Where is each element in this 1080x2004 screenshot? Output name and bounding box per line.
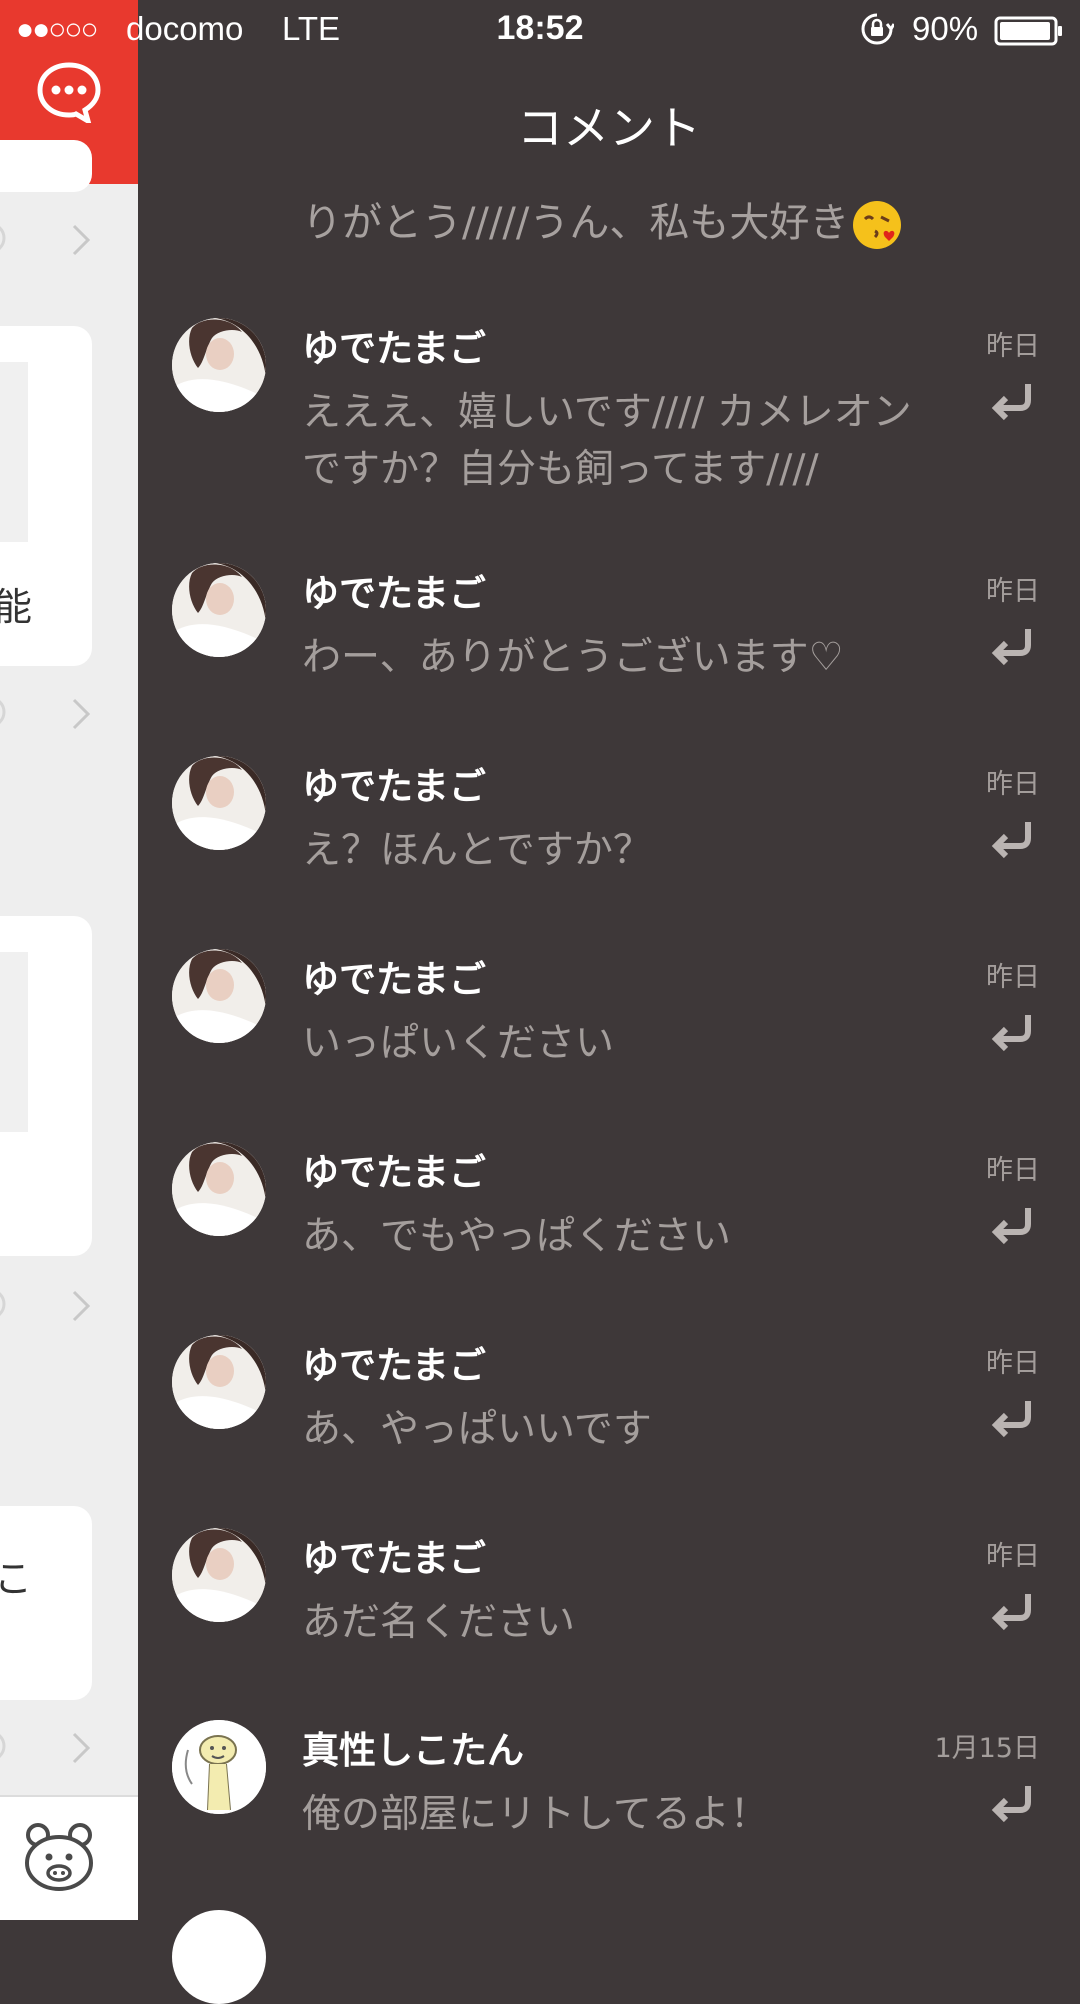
comment-date: 昨日 bbox=[986, 1155, 1040, 1186]
comment-text: え？ほんとですか？ bbox=[302, 828, 652, 873]
comment-text: わー、ありがとうございます♡ bbox=[302, 635, 844, 680]
reply-icon[interactable] bbox=[990, 1204, 1038, 1248]
comment-date: 昨日 bbox=[986, 576, 1040, 607]
avatar[interactable] bbox=[172, 1910, 266, 2004]
commenter-name: ゆでたまご bbox=[302, 1151, 486, 1194]
comment-date: 昨日 bbox=[986, 1541, 1040, 1572]
reply-icon[interactable] bbox=[990, 1782, 1038, 1826]
commenter-name: ゆでたまご bbox=[302, 1537, 486, 1580]
avatar[interactable] bbox=[172, 756, 266, 850]
comment-text: あ、やっぱいいです bbox=[302, 1407, 652, 1452]
reply-icon[interactable] bbox=[990, 625, 1038, 669]
commenter-name: ゆでたまご bbox=[302, 572, 486, 615]
commenter-name: 真性しこたん bbox=[302, 1729, 524, 1772]
comment-text: 俺の部屋にリトしてるよ！ bbox=[302, 1792, 769, 1837]
avatar[interactable] bbox=[172, 1142, 266, 1236]
commenter-name: ゆでたまご bbox=[302, 958, 486, 1001]
reply-icon[interactable] bbox=[990, 1590, 1038, 1634]
reply-icon[interactable] bbox=[990, 1011, 1038, 1055]
avatar[interactable] bbox=[172, 1335, 266, 1429]
comment-date: 昨日 bbox=[986, 769, 1040, 800]
reply-icon[interactable] bbox=[990, 818, 1038, 862]
reply-icon[interactable] bbox=[990, 380, 1038, 424]
commenter-name: ゆでたまご bbox=[302, 1344, 486, 1387]
comment-date: 1月15日 bbox=[934, 1733, 1040, 1764]
commenter-name: ゆでたまご bbox=[302, 327, 486, 370]
comment-text: あだ名ください bbox=[302, 1600, 576, 1645]
comment-text: あ、でもやっぱください bbox=[302, 1214, 732, 1259]
comment-date: 昨日 bbox=[986, 331, 1040, 362]
comment-list: ゆでたまご 昨日 えええ、嬉しいです//// カメレオンですか？自分も飼ってます… bbox=[0, 0, 1080, 2004]
avatar[interactable] bbox=[172, 1528, 266, 1622]
comment-date: 昨日 bbox=[986, 962, 1040, 993]
commenter-name: ゆでたまご bbox=[302, 765, 486, 808]
comment-date: 昨日 bbox=[986, 1348, 1040, 1379]
avatar[interactable] bbox=[172, 1720, 266, 1814]
avatar[interactable] bbox=[172, 563, 266, 657]
avatar[interactable] bbox=[172, 318, 266, 412]
reply-icon[interactable] bbox=[990, 1397, 1038, 1441]
comment-text: いっぱいください bbox=[302, 1021, 615, 1066]
avatar[interactable] bbox=[172, 949, 266, 1043]
comment-text: えええ、嬉しいです//// カメレオンですか？自分も飼ってます//// bbox=[302, 390, 912, 492]
